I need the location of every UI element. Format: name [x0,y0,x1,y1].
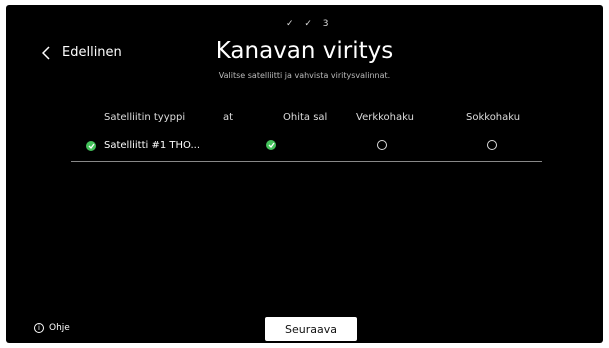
check-icon [86,140,96,151]
header-network-search: Verkkohaku [356,112,414,123]
radio-empty-icon [487,140,497,150]
tv-screen: ✓ ✓ 3 Edellinen Kanavan viritys Valitse … [6,5,603,343]
header-at: at [223,112,234,123]
help-label: Ohje [49,323,70,333]
row-divider [71,161,542,162]
header-satellite-type: Satelliitin tyyppi [104,112,186,123]
satellite-name: Satelliitti #1 THO... [104,140,201,151]
check-icon [266,140,276,150]
page-title: Kanavan viritys [215,38,394,64]
radio-empty-icon [377,140,387,150]
blind-search-radio[interactable] [487,140,497,150]
step-indicator: ✓ ✓ 3 [286,19,333,29]
next-button[interactable]: Seuraava [265,317,357,341]
header-blind-search: Sokkohaku [466,112,521,123]
satellite-select[interactable]: Satelliitti #1 THO... [86,140,200,151]
page-subtitle: Valitse satelliitti ja vahvista viritysv… [218,71,391,80]
skip-checkbox[interactable] [266,140,276,150]
header-skip: Ohita sal [283,112,328,123]
help-button[interactable]: i Ohje [34,323,70,333]
network-search-radio[interactable] [377,140,387,150]
info-icon: i [34,323,44,333]
